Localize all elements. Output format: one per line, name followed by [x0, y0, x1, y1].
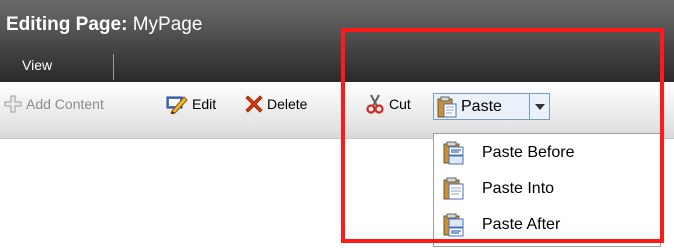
clipboard-icon — [437, 96, 457, 117]
tab-divider — [113, 54, 114, 80]
menu-item-label: Paste After — [482, 216, 561, 233]
page-title: Editing Page: MyPage — [6, 14, 202, 36]
delete-icon — [245, 95, 263, 113]
edit-label: Edit — [192, 96, 217, 112]
paste-after-icon — [443, 213, 464, 237]
paste-dropdown-toggle[interactable] — [529, 94, 550, 119]
edit-icon — [166, 96, 188, 114]
toolbar-divider — [344, 92, 345, 120]
paste-label: Paste — [461, 97, 502, 115]
menu-item-paste-into[interactable]: Paste Into — [434, 172, 660, 206]
chevron-down-icon — [535, 103, 545, 110]
paste-into-icon — [443, 177, 464, 200]
scissors-icon — [366, 94, 384, 114]
delete-label: Delete — [267, 96, 308, 112]
tab-view[interactable]: View — [22, 57, 52, 73]
page-editor-header: Editing Page: MyPage View — [0, 0, 674, 82]
cut-button[interactable]: Cut — [365, 91, 411, 117]
add-content-button[interactable]: Add Content — [4, 91, 104, 117]
add-content-label: Add Content — [26, 96, 104, 112]
cut-label: Cut — [389, 96, 411, 112]
edit-button[interactable]: Edit — [166, 91, 216, 117]
menu-item-label: Paste Before — [482, 144, 575, 161]
page-name: MyPage — [132, 14, 203, 35]
delete-button[interactable]: Delete — [245, 91, 307, 117]
menu-item-paste-before[interactable]: Paste Before — [434, 136, 660, 170]
menu-item-paste-after[interactable]: Paste After — [434, 208, 660, 242]
paste-dropdown-menu: Paste Before Paste Into Paste After — [433, 133, 661, 247]
page-title-label: Editing Page: — [6, 14, 128, 35]
paste-split-button: Paste — [433, 93, 550, 120]
menu-item-label: Paste Into — [482, 180, 555, 197]
add-icon — [4, 95, 22, 113]
paste-button[interactable]: Paste — [434, 94, 529, 119]
paste-before-icon — [443, 141, 464, 165]
